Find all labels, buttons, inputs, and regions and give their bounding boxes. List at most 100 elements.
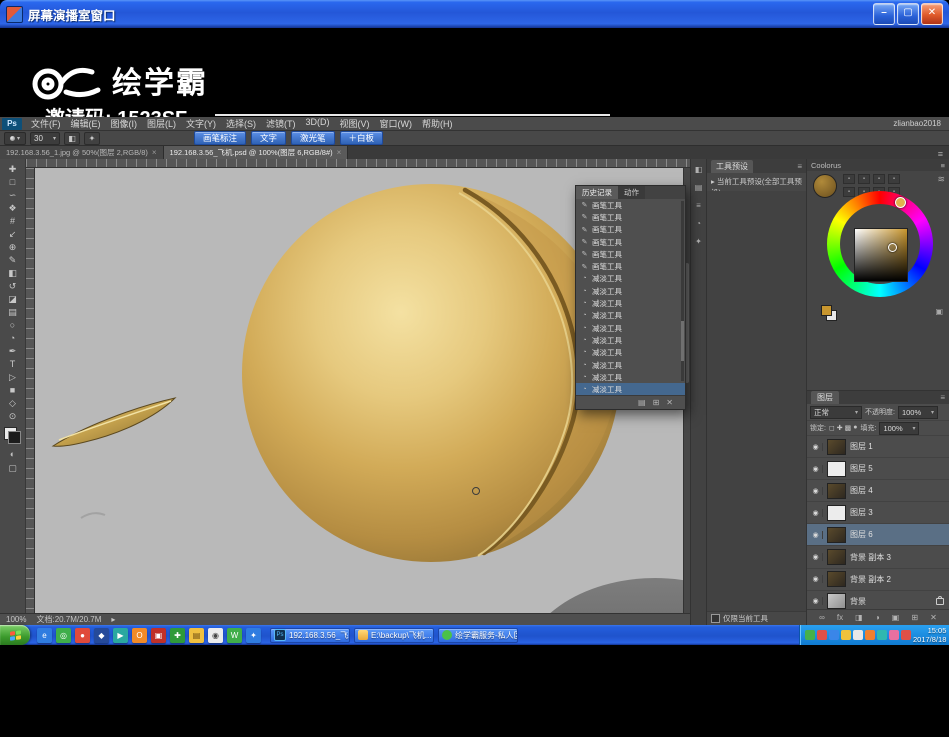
history-footer-icon[interactable]: ⊞ (653, 398, 660, 407)
menu-item[interactable]: 图像(I) (106, 117, 143, 130)
toggle-brush-panel-button[interactable]: ◧ (64, 131, 80, 145)
taskbar-clock[interactable]: 15:05 2017/8/18 (913, 626, 949, 644)
tool-button[interactable]: □ (5, 177, 21, 189)
document-tab[interactable]: 192.168.3.56_飞机.psd @ 100%(图层 6,RGB/8#) … (163, 146, 349, 159)
visibility-eye-icon[interactable]: ◉ (809, 597, 823, 606)
layer-thumbnail[interactable] (827, 504, 846, 521)
tool-button[interactable]: T (5, 359, 21, 371)
history-state-row[interactable]: ◔ 减淡工具 (576, 371, 685, 383)
lock-option-icon[interactable]: ▩ (845, 424, 852, 432)
maximize-button[interactable]: ▢ (897, 3, 919, 25)
tool-button[interactable]: ◇ (5, 398, 21, 410)
history-state-row[interactable]: ✎ 画笔工具 (576, 211, 685, 223)
sb-marker[interactable] (888, 243, 897, 252)
tool-presets-tab[interactable]: 工具预设 (711, 159, 753, 173)
tool-button[interactable]: ◪ (5, 294, 21, 306)
menu-item[interactable]: 滤镜(T) (261, 117, 301, 130)
history-state-row[interactable]: ◔ 减淡工具 (576, 297, 685, 309)
tray-icon[interactable] (889, 630, 899, 640)
color-option-icon[interactable]: ▪ (843, 174, 855, 184)
history-state-row[interactable]: ✎ 画笔工具 (576, 236, 685, 248)
layer-row[interactable]: ◉ 图层 4 (807, 480, 949, 503)
tool-button[interactable]: ⊙ (5, 411, 21, 423)
blend-mode-select[interactable]: 正常 ▾ (810, 405, 862, 419)
tool-button[interactable]: ✚ (5, 164, 21, 176)
tool-button[interactable]: ∽ (5, 190, 21, 202)
menu-item[interactable]: 编辑(E) (66, 117, 106, 130)
document-tab[interactable]: 192.168.3.56_1.jpg @ 50%(图层 2,RGB/8) × (0, 146, 164, 159)
layers-footer-icon[interactable]: ▣ (892, 613, 900, 622)
visibility-eye-icon[interactable]: ◉ (809, 530, 823, 539)
minimize-button[interactable]: – (873, 3, 895, 25)
airbrush-toggle-button[interactable]: ✦ (84, 131, 100, 145)
brush-size-dropdown[interactable]: 30 ▾ (30, 131, 60, 145)
layers-footer-icon[interactable]: ◑ (875, 613, 880, 622)
history-footer-icon[interactable]: ✕ (666, 398, 673, 407)
tray-icon[interactable] (901, 630, 911, 640)
layer-row[interactable]: ◉ 图层 3 (807, 502, 949, 525)
quick-launch-icon[interactable]: ● (75, 627, 90, 643)
layer-row[interactable]: ◉ 图层 5 (807, 458, 949, 481)
tool-button[interactable]: # (5, 216, 21, 228)
history-scrollbar[interactable] (681, 201, 684, 381)
tray-icon[interactable] (853, 630, 863, 640)
tool-button[interactable]: ○ (5, 320, 21, 332)
tool-button[interactable]: ❖ (5, 203, 21, 215)
color-swatches[interactable] (4, 427, 21, 444)
quick-launch-icon[interactable]: ◉ (208, 627, 223, 643)
layer-thumbnail[interactable] (827, 438, 846, 455)
lock-option-icon[interactable]: ◻ (829, 424, 835, 432)
menu-item[interactable]: 文件(F) (26, 117, 66, 130)
quick-launch-icon[interactable]: O (132, 627, 147, 643)
visibility-eye-icon[interactable]: ◉ (809, 553, 823, 562)
color-option-icon[interactable]: ▪ (873, 174, 885, 184)
panel-menu-icon[interactable]: ≡ (941, 161, 945, 170)
menu-item[interactable]: 窗口(W) (375, 117, 418, 130)
fill-value[interactable]: 100% ▾ (879, 421, 920, 435)
color-option-icon[interactable]: ▪ (843, 187, 855, 197)
layers-footer-icon[interactable]: ◨ (855, 613, 863, 622)
color-option-icon[interactable]: ▪ (858, 174, 870, 184)
menu-item[interactable]: 3D(D) (301, 117, 335, 130)
current-color-swatch[interactable] (813, 174, 837, 198)
visibility-eye-icon[interactable]: ◉ (809, 486, 823, 495)
layers-tab[interactable]: 图层 (811, 391, 839, 404)
overlay-tool-button[interactable]: ＋白板 (339, 131, 384, 145)
panel-options-icon[interactable]: ▣ (935, 307, 943, 316)
visibility-eye-icon[interactable]: ◉ (809, 575, 823, 584)
collapsed-panel-icon[interactable]: ◔ (696, 219, 701, 228)
panel-menu-icon[interactable]: ≡ (797, 162, 802, 171)
layers-footer-icon[interactable]: ⊞ (911, 613, 918, 622)
quick-launch-icon[interactable]: ▣ (151, 627, 166, 643)
tray-icon[interactable] (829, 630, 839, 640)
menu-item[interactable]: 文字(Y) (181, 117, 221, 130)
quick-mask-icon[interactable]: ◐ (10, 449, 15, 459)
history-state-row[interactable]: ◔ 减淡工具 (576, 322, 685, 334)
history-state-row[interactable]: ✎ 画笔工具 (576, 248, 685, 260)
tool-button[interactable]: ✒ (5, 346, 21, 358)
layer-row[interactable]: ◉ 背景 (807, 591, 949, 609)
layers-footer-icon[interactable]: ∞ (819, 613, 825, 622)
close-tab-icon[interactable]: × (337, 148, 342, 157)
menu-item[interactable]: 帮助(H) (417, 117, 458, 130)
close-tab-icon[interactable]: × (152, 148, 157, 157)
history-state-row[interactable]: ◔ 减淡工具 (576, 359, 685, 371)
visibility-eye-icon[interactable]: ◉ (809, 508, 823, 517)
tray-icon[interactable] (817, 630, 827, 640)
menu-item[interactable]: 视图(V) (335, 117, 375, 130)
history-state-row[interactable]: ◔ 减淡工具 (576, 285, 685, 297)
tray-icon[interactable] (865, 630, 875, 640)
history-tab[interactable]: 历史记录 (576, 186, 618, 199)
history-state-row[interactable]: ✎ 画笔工具 (576, 260, 685, 272)
quick-launch-icon[interactable]: W (227, 627, 242, 643)
menu-item[interactable]: 图层(L) (142, 117, 181, 130)
history-tab[interactable]: 动作 (618, 186, 645, 199)
quick-launch-icon[interactable]: ◆ (94, 627, 109, 643)
task-button[interactable]: Ps 192.168.3.56_飞... (270, 627, 350, 643)
layer-thumbnail[interactable] (827, 460, 846, 477)
hue-marker[interactable] (895, 197, 906, 208)
layer-row[interactable]: ◉ 背景 副本 3 (807, 546, 949, 569)
layers-footer-icon[interactable]: fx (837, 613, 843, 622)
tool-button[interactable]: ◔ (5, 333, 21, 345)
layer-thumbnail[interactable] (827, 571, 846, 588)
